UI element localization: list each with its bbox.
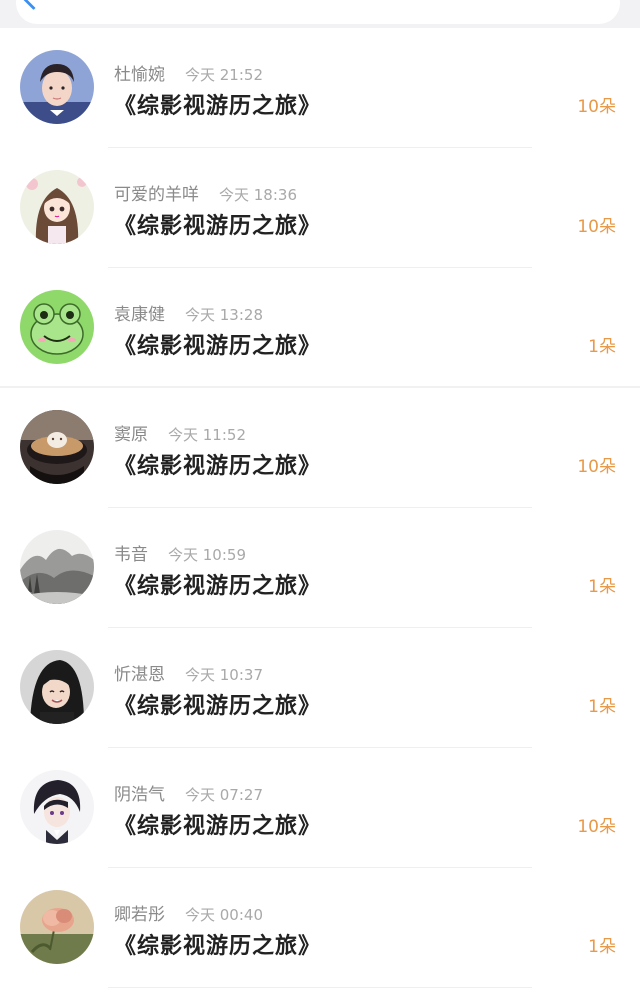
top-bar	[0, 0, 640, 26]
flower-avatar[interactable]	[20, 890, 94, 964]
timestamp: 今天 13:28	[185, 306, 263, 324]
list-item[interactable]: 韦音 今天 10:59 《综影视游历之旅》 1朵	[0, 508, 640, 628]
sender-name[interactable]: 忻湛恩	[114, 665, 165, 685]
gift-count: 10朵	[577, 97, 616, 117]
list-item[interactable]: 忻湛恩 今天 10:37 《综影视游历之旅》 1朵	[0, 628, 640, 748]
book-title: 《综影视游历之旅》	[114, 934, 322, 959]
book-title: 《综影视游历之旅》	[114, 94, 322, 119]
sender-name[interactable]: 袁康健	[114, 305, 165, 325]
list-item[interactable]: 袁康健 今天 13:28 《综影视游历之旅》 1朵	[0, 268, 640, 388]
header-box	[16, 0, 620, 24]
sender-line: 忻湛恩 今天 10:37	[114, 660, 263, 685]
timestamp: 今天 11:52	[168, 426, 246, 444]
book-title: 《综影视游历之旅》	[114, 694, 322, 719]
timestamp: 今天 10:37	[185, 666, 263, 684]
gift-count: 10朵	[577, 817, 616, 837]
sender-line: 袁康健 今天 13:28	[114, 300, 263, 325]
gift-count: 10朵	[577, 457, 616, 477]
frog-avatar[interactable]	[20, 290, 94, 364]
gift-count: 1朵	[588, 937, 616, 957]
book-title: 《综影视游历之旅》	[114, 454, 322, 479]
sender-line: 阴浩气 今天 07:27	[114, 780, 263, 805]
list-item[interactable]: 可爱的羊咩 今天 18:36 《综影视游历之旅》 10朵	[0, 148, 640, 268]
sender-name[interactable]: 杜愉婉	[114, 65, 165, 85]
divider	[108, 987, 532, 988]
sender-name[interactable]: 卿若彤	[114, 905, 165, 925]
sender-line: 可爱的羊咩 今天 18:36	[114, 180, 297, 205]
sender-line: 窦原 今天 11:52	[114, 420, 246, 445]
person-avatar[interactable]	[20, 50, 94, 124]
person-avatar[interactable]	[20, 650, 94, 724]
timestamp: 今天 21:52	[185, 66, 263, 84]
gift-count: 1朵	[588, 577, 616, 597]
book-title: 《综影视游历之旅》	[114, 814, 322, 839]
anime-boy-avatar[interactable]	[20, 770, 94, 844]
gift-count: 1朵	[588, 697, 616, 717]
sender-name[interactable]: 可爱的羊咩	[114, 185, 199, 205]
timestamp: 今天 18:36	[219, 186, 297, 204]
timestamp: 今天 00:40	[185, 906, 263, 924]
sender-line: 杜愉婉 今天 21:52	[114, 60, 263, 85]
sender-name[interactable]: 阴浩气	[114, 785, 165, 805]
timestamp: 今天 07:27	[185, 786, 263, 804]
gift-count: 1朵	[588, 337, 616, 357]
list-item[interactable]: 杜愉婉 今天 21:52 《综影视游历之旅》 10朵	[0, 28, 640, 148]
list-item[interactable]: 卿若彤 今天 00:40 《综影视游历之旅》 1朵	[0, 868, 640, 988]
list-item[interactable]: 窦原 今天 11:52 《综影视游历之旅》 10朵	[0, 388, 640, 508]
anime-girl-avatar[interactable]	[20, 170, 94, 244]
sender-line: 韦音 今天 10:59	[114, 540, 246, 565]
gift-record-list: 杜愉婉 今天 21:52 《综影视游历之旅》 10朵 可爱的羊咩 今天 18:36	[0, 28, 640, 1003]
list-item[interactable]: 阴浩气 今天 07:27 《综影视游历之旅》 10朵	[0, 748, 640, 868]
book-title: 《综影视游历之旅》	[114, 574, 322, 599]
latte-art-avatar[interactable]	[20, 410, 94, 484]
book-title: 《综影视游历之旅》	[114, 334, 322, 359]
sender-name[interactable]: 韦音	[114, 545, 148, 565]
timestamp: 今天 10:59	[168, 546, 246, 564]
sender-name[interactable]: 窦原	[114, 425, 148, 445]
gift-count: 10朵	[577, 217, 616, 237]
landscape-painting-avatar[interactable]	[20, 530, 94, 604]
book-title: 《综影视游历之旅》	[114, 214, 322, 239]
sender-line: 卿若彤 今天 00:40	[114, 900, 263, 925]
